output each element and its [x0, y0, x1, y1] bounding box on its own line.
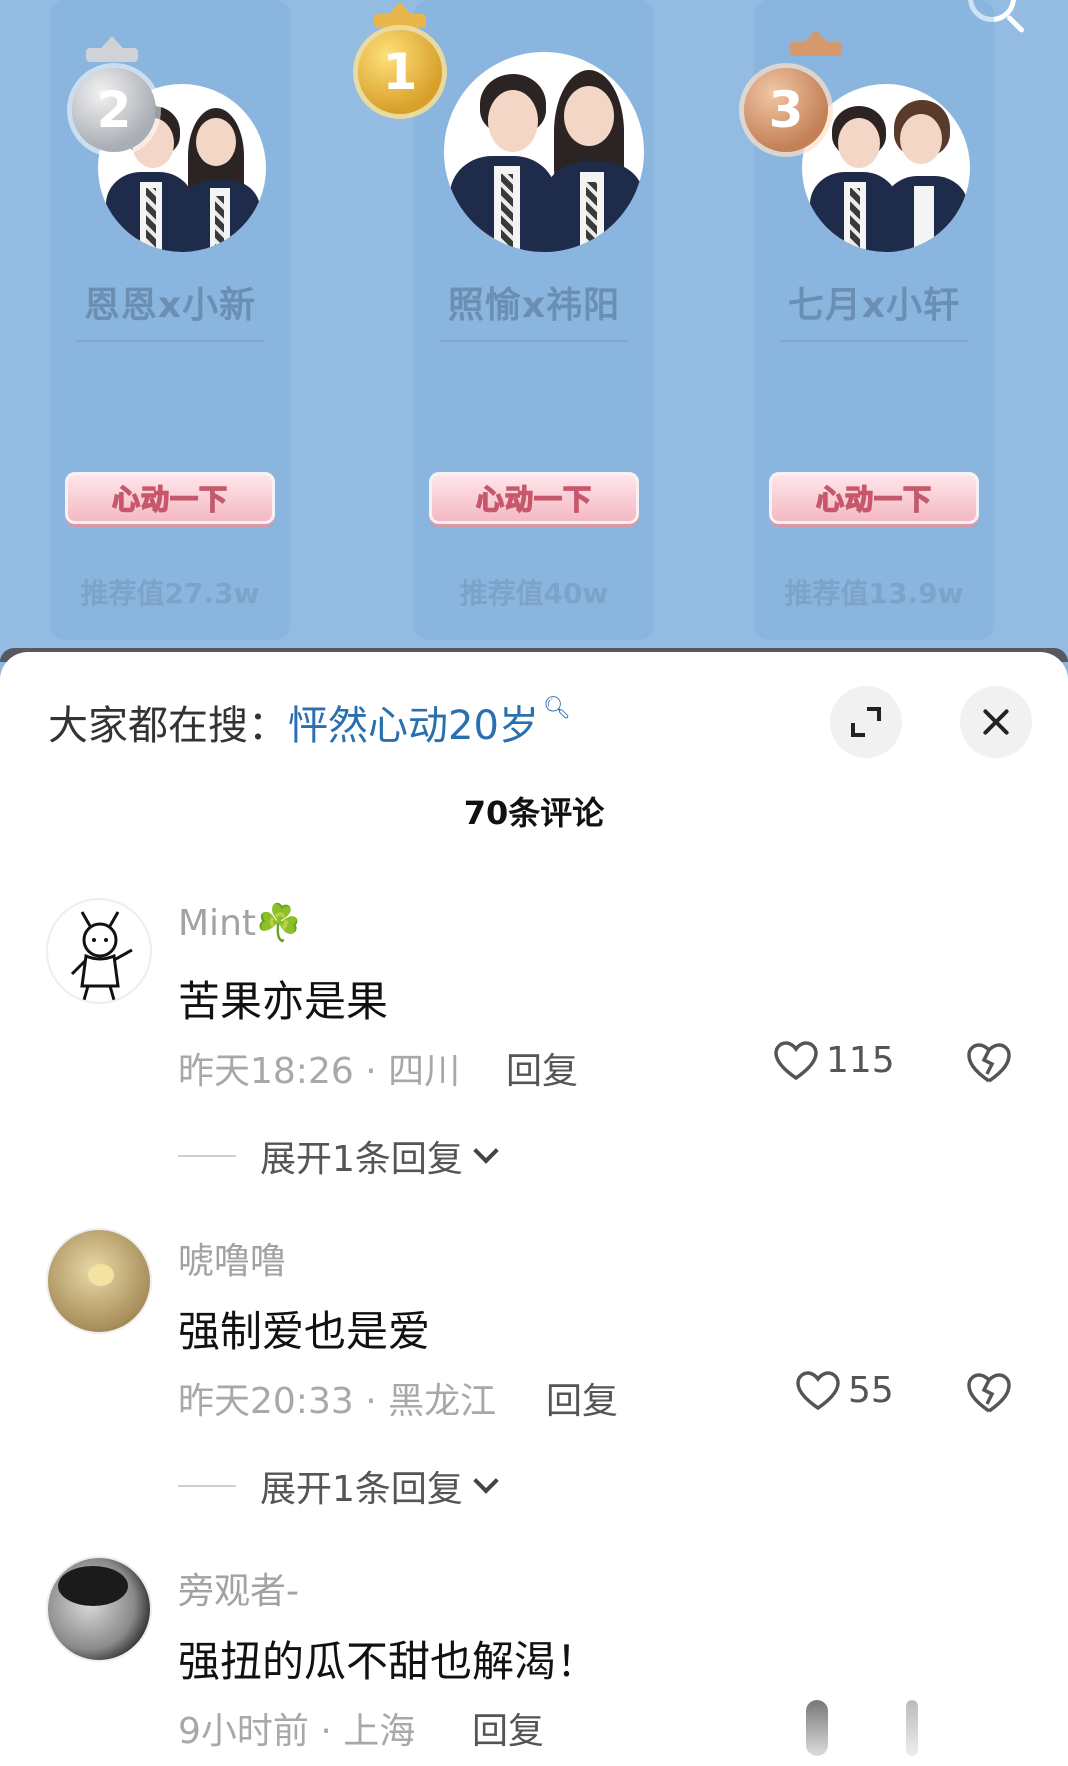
comment-text: 强制爱也是爱 — [178, 1307, 431, 1356]
ranking-card-1[interactable]: 1 照愉x祎阳 心动一下 推荐值40w — [358, 0, 684, 650]
chevron-down-icon — [473, 1468, 499, 1494]
crown-icon — [374, 2, 426, 28]
hot-search-bar[interactable]: 大家都在搜： 怦然心动20岁 🔍︎ — [48, 692, 571, 752]
recommend-score: 推荐值40w — [459, 577, 609, 610]
expand-icon — [851, 707, 881, 737]
doodle-avatar-icon — [70, 911, 133, 1001]
couple-avatar — [444, 52, 644, 252]
expand-button[interactable] — [830, 686, 902, 758]
reply-button[interactable]: 回复 — [506, 1042, 578, 1094]
ranking-panel: 2 恩恩x小新 心动一下 推荐值27.3w 1 照愉x祎阳 心动一下 推荐值40… — [0, 0, 1068, 660]
rank-medal: 3 — [744, 68, 828, 152]
search-icon: 🔍︎ — [542, 695, 571, 721]
ranking-card-2[interactable]: 2 恩恩x小新 心动一下 推荐值27.3w — [20, 0, 320, 650]
like-count: 55 — [848, 1370, 894, 1411]
hot-search-term[interactable]: 怦然心动20岁 — [288, 693, 539, 751]
avatar-detail — [88, 1264, 114, 1286]
like-button[interactable]: 55 — [796, 1370, 894, 1411]
close-icon — [981, 707, 1011, 737]
scroll-indicator — [806, 1700, 828, 1756]
avatar[interactable] — [46, 898, 152, 1004]
divider — [178, 1485, 236, 1487]
heart-outline-icon — [774, 1040, 818, 1080]
like-count: 115 — [826, 1040, 895, 1081]
expand-replies-button[interactable]: 展开1条回复 — [178, 1130, 499, 1182]
heart-vote-button[interactable]: 心动一下 — [429, 472, 639, 524]
heart-outline-icon — [796, 1370, 840, 1410]
comment-username[interactable]: 旁观者- — [178, 1562, 299, 1614]
pair-name: 七月x小轩 — [787, 285, 961, 326]
recommend-score: 推荐值13.9w — [784, 577, 964, 610]
comment-count: 70条评论 — [463, 794, 605, 832]
comment-meta: 昨天18:26 · 四川 — [178, 1051, 461, 1092]
avatar-detail — [58, 1566, 128, 1606]
divider — [178, 1155, 236, 1157]
ranking-card-3[interactable]: 3 七月x小轩 心动一下 推荐值13.9w — [724, 0, 1024, 650]
comment-meta: 9小时前 · 上海 — [178, 1711, 416, 1752]
divider — [440, 340, 628, 342]
heart-vote-button[interactable]: 心动一下 — [769, 472, 979, 524]
recommend-score: 推荐值27.3w — [80, 577, 260, 610]
expand-replies-button[interactable]: 展开1条回复 — [178, 1460, 499, 1512]
crown-icon — [86, 36, 138, 62]
broken-heart-icon[interactable] — [966, 1042, 1012, 1084]
divider — [76, 340, 264, 342]
scroll-indicator — [906, 1700, 918, 1756]
crown-icon — [790, 30, 842, 56]
comment-username[interactable]: 唬噜噜 — [178, 1232, 286, 1284]
comment-text: 苦果亦是果 — [178, 977, 389, 1026]
rank-medal: 2 — [72, 68, 156, 152]
broken-heart-icon[interactable] — [966, 1372, 1012, 1414]
rank-medal: 1 — [358, 30, 442, 114]
pair-name: 照愉x祎阳 — [447, 285, 621, 326]
close-button[interactable] — [960, 686, 1032, 758]
divider — [780, 340, 968, 342]
expand-replies-label: 展开1条回复 — [260, 1469, 463, 1510]
hot-search-label: 大家都在搜： — [48, 703, 288, 749]
chevron-down-icon — [473, 1138, 499, 1164]
reply-button[interactable]: 回复 — [472, 1702, 544, 1754]
expand-replies-label: 展开1条回复 — [260, 1139, 463, 1180]
comment-text: 强扭的瓜不甜也解渴！ — [178, 1637, 599, 1686]
heart-vote-button[interactable]: 心动一下 — [65, 472, 275, 524]
comment-meta: 昨天20:33 · 黑龙江 — [178, 1381, 497, 1422]
reply-button[interactable]: 回复 — [546, 1372, 618, 1424]
avatar[interactable] — [46, 1228, 152, 1334]
avatar[interactable] — [46, 1556, 152, 1662]
pair-name: 恩恩x小新 — [83, 285, 257, 326]
comment-username[interactable]: Mint☘️ — [178, 902, 301, 944]
like-button[interactable]: 115 — [774, 1040, 895, 1081]
